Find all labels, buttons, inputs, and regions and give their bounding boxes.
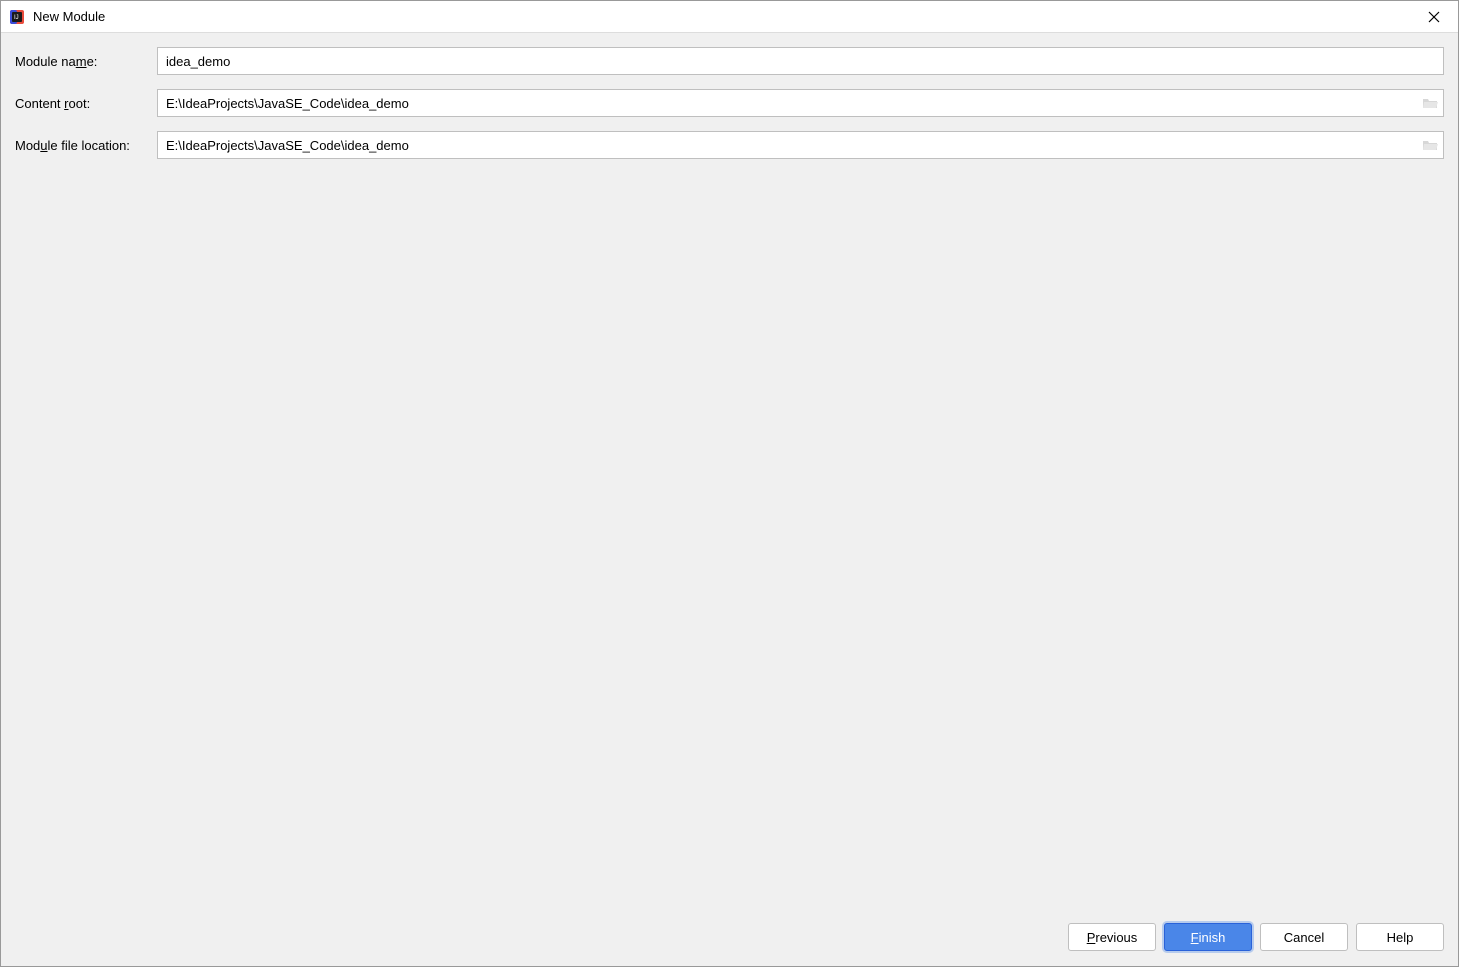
cancel-button[interactable]: Cancel xyxy=(1260,923,1348,951)
finish-button[interactable]: Finish xyxy=(1164,923,1252,951)
svg-text:IJ: IJ xyxy=(14,15,19,21)
content-root-row: Content root: xyxy=(15,89,1444,117)
module-name-row: Module name: xyxy=(15,47,1444,75)
browse-content-root-button[interactable] xyxy=(1422,96,1438,110)
content-root-input[interactable] xyxy=(157,89,1444,117)
content-area: Module name: Content root: Module file l… xyxy=(1,33,1458,908)
app-icon: IJ xyxy=(9,9,25,25)
browse-module-file-location-button[interactable] xyxy=(1422,138,1438,152)
window-title: New Module xyxy=(33,9,105,24)
module-name-input[interactable] xyxy=(157,47,1444,75)
previous-button[interactable]: Previous xyxy=(1068,923,1156,951)
module-file-location-input[interactable] xyxy=(157,131,1444,159)
folder-icon xyxy=(1422,96,1438,110)
content-root-label: Content root: xyxy=(15,96,157,111)
close-button[interactable] xyxy=(1418,5,1450,29)
titlebar: IJ New Module xyxy=(1,1,1458,33)
folder-icon xyxy=(1422,138,1438,152)
module-file-location-label: Module file location: xyxy=(15,138,157,153)
close-icon xyxy=(1428,11,1440,23)
button-bar: Previous Finish Cancel Help xyxy=(1,908,1458,966)
module-name-label: Module name: xyxy=(15,54,157,69)
help-button[interactable]: Help xyxy=(1356,923,1444,951)
module-file-location-row: Module file location: xyxy=(15,131,1444,159)
